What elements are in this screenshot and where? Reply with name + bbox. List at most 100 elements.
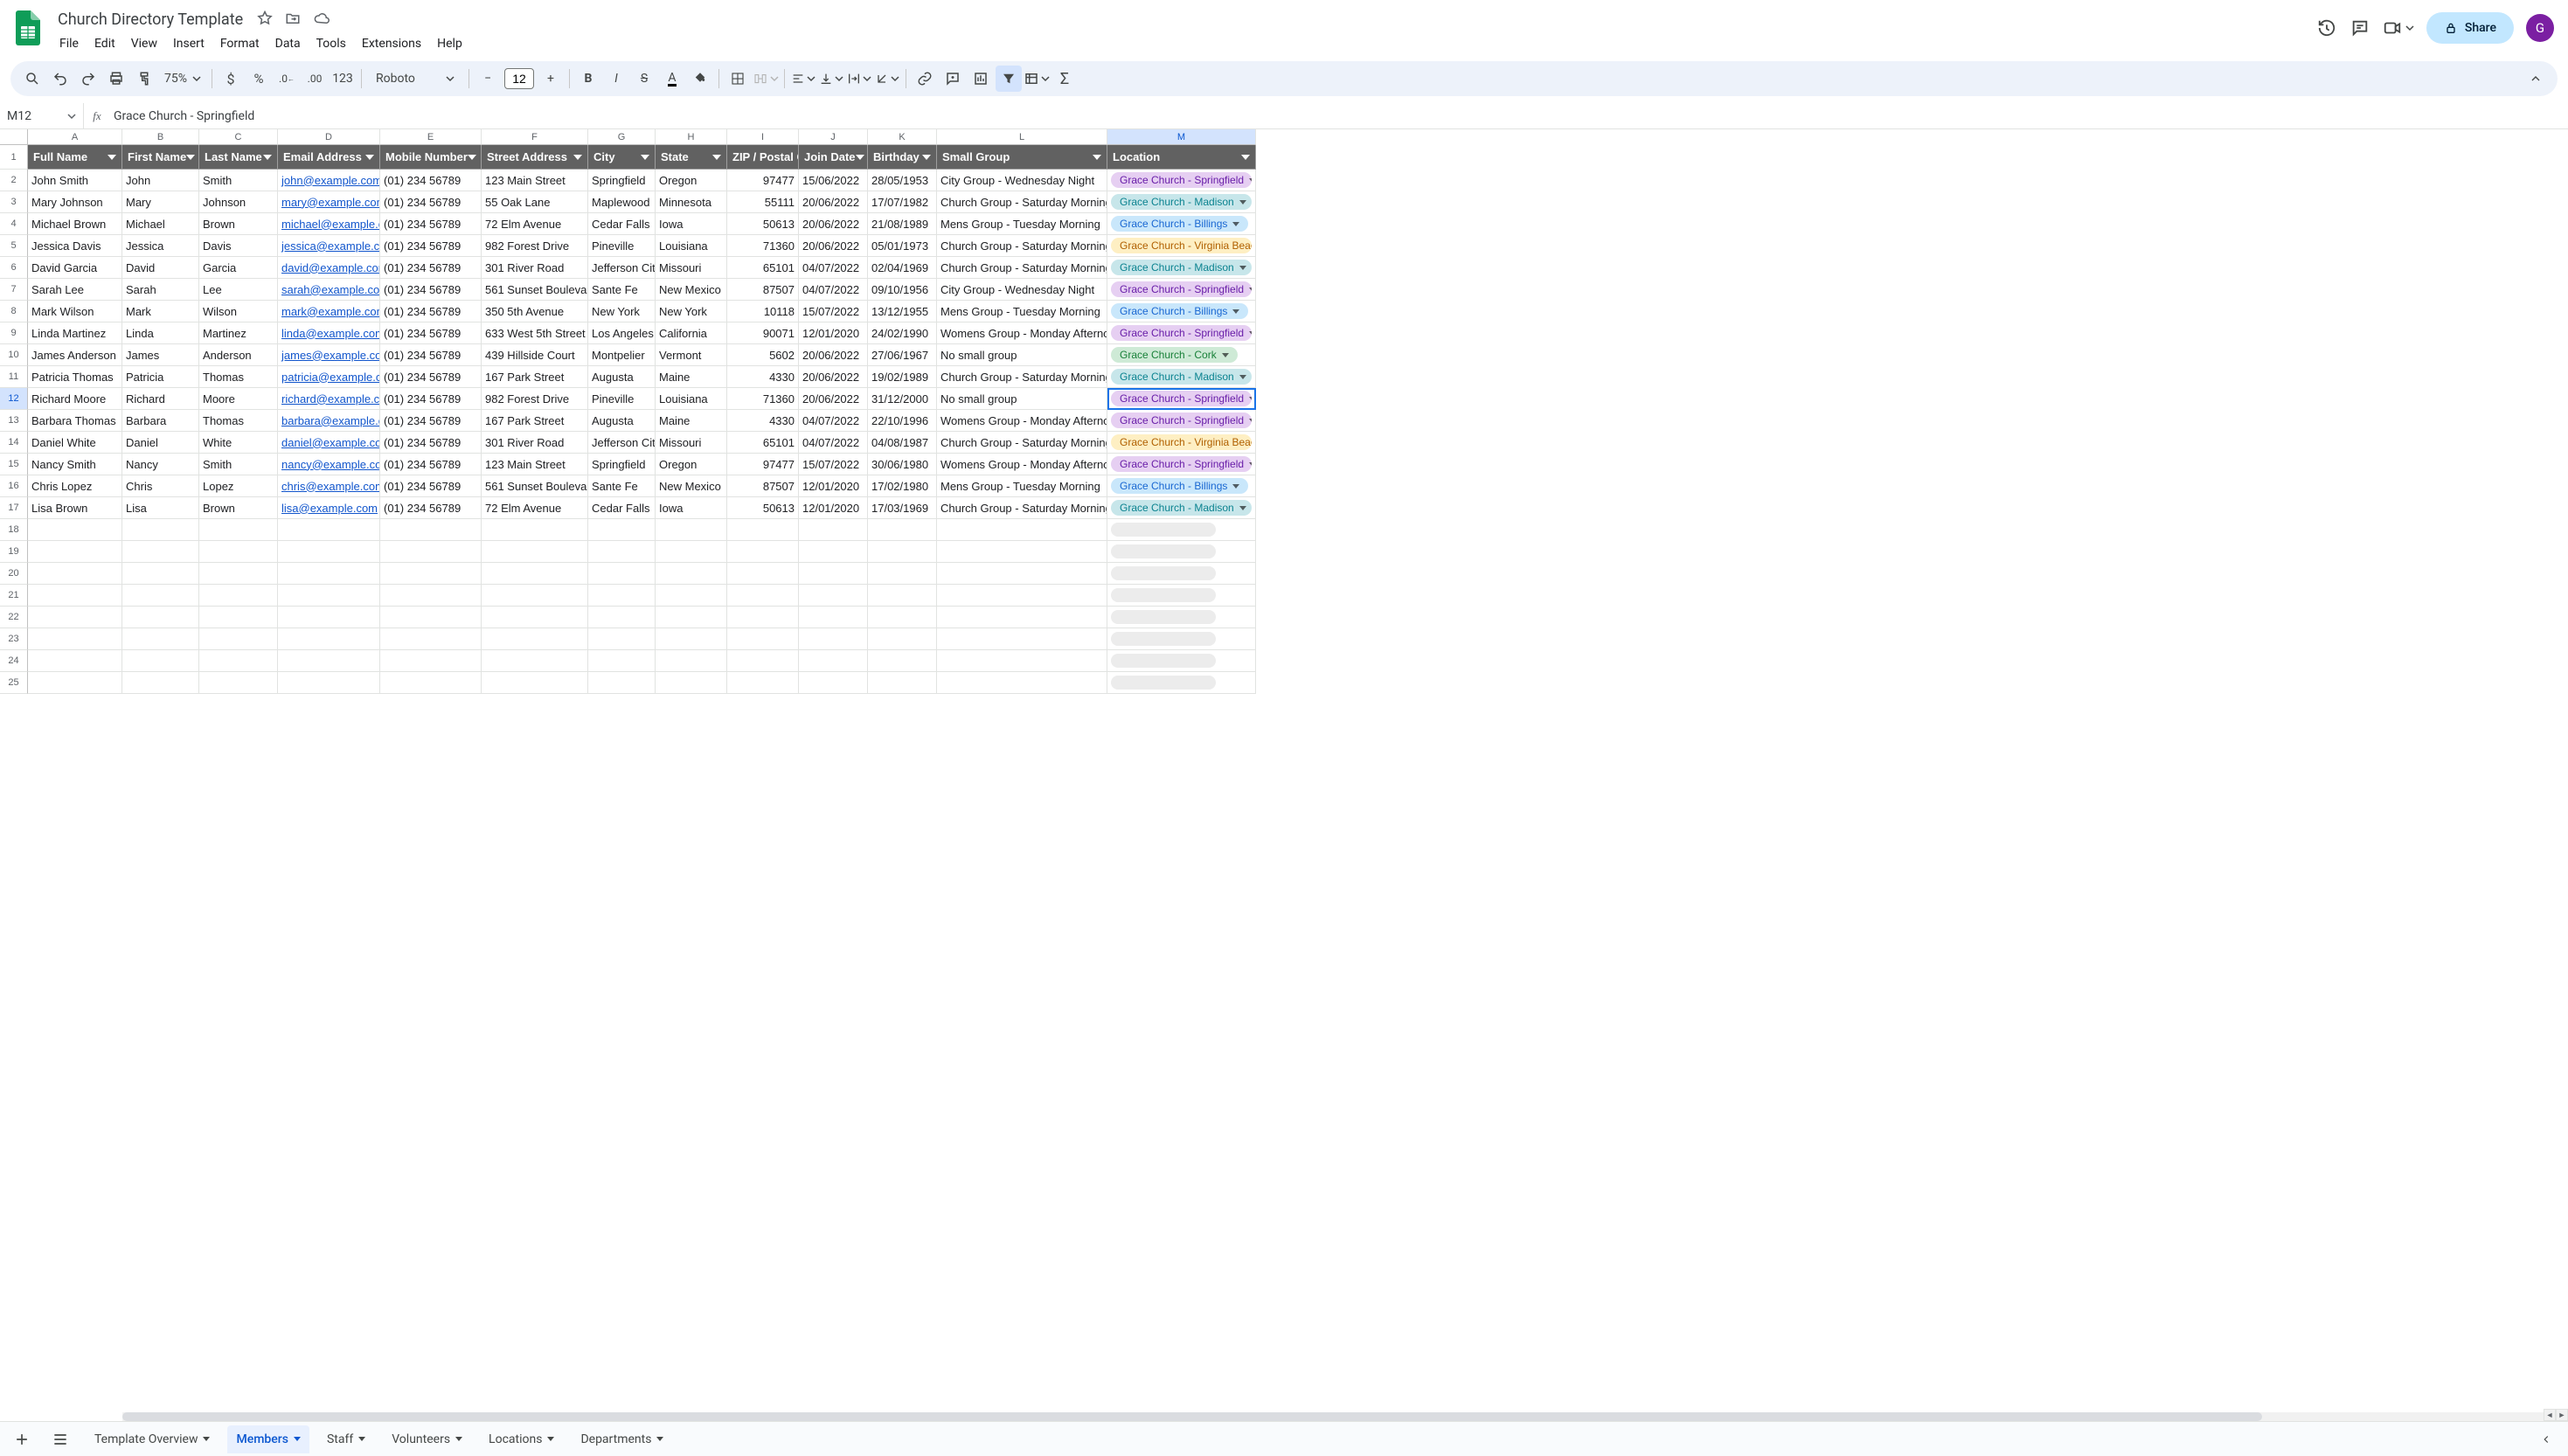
cell[interactable]: 12/01/2020 bbox=[799, 497, 868, 519]
menu-help[interactable]: Help bbox=[430, 33, 469, 54]
row-header[interactable]: 10 bbox=[0, 344, 28, 366]
cell[interactable]: (01) 234 56789 bbox=[380, 475, 482, 497]
cell[interactable]: 439 Hillside Court bbox=[482, 344, 588, 366]
cell[interactable]: Church Group - Saturday Morning bbox=[937, 235, 1107, 257]
cell[interactable] bbox=[122, 541, 199, 563]
cell[interactable] bbox=[122, 607, 199, 628]
cell[interactable]: Barbara bbox=[122, 410, 199, 432]
column-header-cell[interactable]: First Name bbox=[122, 145, 199, 170]
cell[interactable]: 28/05/1953 bbox=[868, 170, 937, 191]
location-chip[interactable]: Grace Church - Madison bbox=[1111, 194, 1252, 210]
cell[interactable]: Maine bbox=[656, 410, 727, 432]
cell[interactable] bbox=[868, 650, 937, 672]
filter-icon[interactable] bbox=[996, 66, 1022, 92]
col-header-L[interactable]: L bbox=[937, 129, 1107, 145]
cell[interactable]: 13/12/1955 bbox=[868, 301, 937, 322]
fill-color-icon[interactable] bbox=[687, 66, 713, 92]
cell[interactable]: Jefferson City bbox=[588, 432, 656, 454]
cell[interactable] bbox=[122, 672, 199, 694]
cell[interactable] bbox=[799, 607, 868, 628]
row-header[interactable]: 20 bbox=[0, 563, 28, 585]
row-header[interactable]: 21 bbox=[0, 585, 28, 607]
row-header[interactable]: 25 bbox=[0, 672, 28, 694]
empty-chip-placeholder[interactable] bbox=[1111, 588, 1216, 602]
cell[interactable] bbox=[380, 541, 482, 563]
cell[interactable]: New Mexico bbox=[656, 475, 727, 497]
menu-view[interactable]: View bbox=[124, 33, 164, 54]
cell[interactable]: 65101 bbox=[727, 432, 799, 454]
zoom-select[interactable]: 75% bbox=[159, 72, 206, 86]
column-header-cell[interactable]: ZIP / Postal Code bbox=[727, 145, 799, 170]
doc-title[interactable]: Church Directory Template bbox=[52, 9, 248, 31]
cell[interactable] bbox=[656, 563, 727, 585]
row-header[interactable]: 23 bbox=[0, 628, 28, 650]
star-icon[interactable] bbox=[257, 10, 274, 28]
cell[interactable] bbox=[868, 585, 937, 607]
cell[interactable]: Daniel White bbox=[28, 432, 122, 454]
cell[interactable] bbox=[482, 650, 588, 672]
cell[interactable] bbox=[727, 585, 799, 607]
font-select[interactable]: Roboto bbox=[367, 72, 463, 86]
cell[interactable]: New Mexico bbox=[656, 279, 727, 301]
cell[interactable]: Springfield bbox=[588, 170, 656, 191]
cell[interactable]: Michael Brown bbox=[28, 213, 122, 235]
col-header-B[interactable]: B bbox=[122, 129, 199, 145]
cell[interactable]: Mens Group - Tuesday Morning bbox=[937, 475, 1107, 497]
cell[interactable]: Garcia bbox=[199, 257, 278, 279]
sheet-tab[interactable]: Volunteers bbox=[383, 1425, 471, 1453]
cell[interactable] bbox=[588, 519, 656, 541]
cell[interactable]: richard@example.com bbox=[278, 388, 380, 410]
cell[interactable]: James Anderson bbox=[28, 344, 122, 366]
cell[interactable] bbox=[380, 563, 482, 585]
cell[interactable]: 20/06/2022 bbox=[799, 191, 868, 213]
cell[interactable]: Wilson bbox=[199, 301, 278, 322]
row-header[interactable]: 13 bbox=[0, 410, 28, 432]
location-chip[interactable]: Grace Church - Madison bbox=[1111, 500, 1252, 516]
cell[interactable]: Grace Church - Madison bbox=[1107, 191, 1256, 213]
cell[interactable]: Springfield bbox=[588, 454, 656, 475]
cell[interactable] bbox=[28, 672, 122, 694]
select-all-corner[interactable] bbox=[0, 129, 28, 145]
cell[interactable] bbox=[199, 650, 278, 672]
column-header-cell[interactable]: Small Group bbox=[937, 145, 1107, 170]
cell[interactable]: Grace Church - Springfield bbox=[1107, 388, 1256, 410]
font-size-input[interactable] bbox=[504, 68, 534, 89]
cell[interactable] bbox=[656, 585, 727, 607]
cell[interactable] bbox=[656, 650, 727, 672]
meet-icon[interactable] bbox=[2383, 17, 2414, 38]
decrease-decimal-icon[interactable]: .0← bbox=[274, 66, 300, 92]
cell[interactable]: Womens Group - Monday Afternoon bbox=[937, 322, 1107, 344]
cell[interactable] bbox=[199, 541, 278, 563]
cell[interactable]: 20/06/2022 bbox=[799, 213, 868, 235]
cell[interactable]: Maplewood bbox=[588, 191, 656, 213]
cell[interactable]: (01) 234 56789 bbox=[380, 432, 482, 454]
empty-chip-placeholder[interactable] bbox=[1111, 654, 1216, 668]
cell[interactable]: 04/07/2022 bbox=[799, 432, 868, 454]
location-chip[interactable]: Grace Church - Virginia Beach bbox=[1111, 434, 1252, 450]
col-header-M[interactable]: M bbox=[1107, 129, 1256, 145]
cell[interactable] bbox=[937, 519, 1107, 541]
filter-dropdown-icon[interactable] bbox=[263, 155, 272, 160]
row-header[interactable]: 24 bbox=[0, 650, 28, 672]
column-header-cell[interactable]: City bbox=[588, 145, 656, 170]
more-formats-icon[interactable]: 123 bbox=[330, 66, 356, 92]
cell[interactable] bbox=[799, 541, 868, 563]
column-header-cell[interactable]: Birthday bbox=[868, 145, 937, 170]
cell[interactable] bbox=[28, 519, 122, 541]
empty-chip-placeholder[interactable] bbox=[1111, 676, 1216, 690]
row-header[interactable]: 16 bbox=[0, 475, 28, 497]
cell[interactable]: 24/02/1990 bbox=[868, 322, 937, 344]
text-color-icon[interactable]: A bbox=[659, 66, 685, 92]
cell[interactable]: David Garcia bbox=[28, 257, 122, 279]
chevron-down-icon[interactable] bbox=[294, 1437, 301, 1441]
cell[interactable]: 4330 bbox=[727, 366, 799, 388]
cell[interactable]: 20/06/2022 bbox=[799, 366, 868, 388]
cell[interactable] bbox=[588, 563, 656, 585]
history-icon[interactable] bbox=[2316, 17, 2337, 38]
col-header-A[interactable]: A bbox=[28, 129, 122, 145]
cell[interactable]: Grace Church - Springfield bbox=[1107, 279, 1256, 301]
row-header[interactable]: 5 bbox=[0, 235, 28, 257]
cell[interactable] bbox=[727, 607, 799, 628]
cell[interactable] bbox=[278, 519, 380, 541]
menu-insert[interactable]: Insert bbox=[166, 33, 212, 54]
